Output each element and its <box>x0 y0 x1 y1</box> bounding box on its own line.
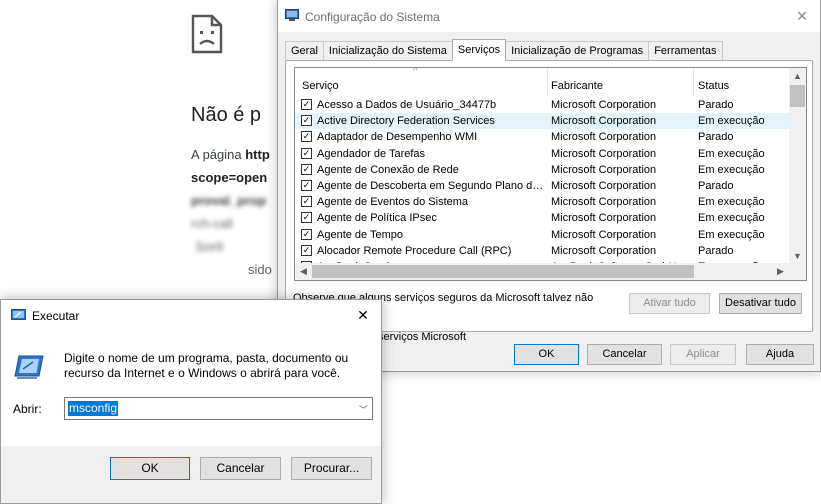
chevron-down-icon[interactable]: ﹀ <box>359 403 368 416</box>
system-configuration-icon <box>285 9 299 21</box>
open-label: Abrir: <box>13 402 42 416</box>
title-bar[interactable]: Executar ✕ <box>1 300 381 330</box>
table-row[interactable]: ✓ Acesso a Dados de Usuário_34477b Microso… <box>295 97 789 113</box>
service-checkbox[interactable]: ✓ <box>301 244 312 256</box>
table-row[interactable]: ✓ Adaptador de Desempenho WMI Microsoft Co… <box>295 129 789 145</box>
column-header-status[interactable]: Status <box>698 80 729 92</box>
services-list: ^ Serviço Fabricante Status ✓ Acesso a Da… <box>294 67 807 281</box>
table-row[interactable]: ✓ Agente de Conexão de Rede Microsoft Corp… <box>295 162 789 178</box>
column-header-service[interactable]: Serviço <box>302 80 339 92</box>
scroll-thumb[interactable] <box>790 85 805 107</box>
disable-all-button[interactable]: Desativar tudo <box>719 293 802 314</box>
error-title: Não é p <box>191 104 262 126</box>
open-combobox[interactable]: msconfig ﹀ <box>64 397 373 420</box>
table-row[interactable]: ✓ Alocador Remote Procedure Call (RPC) Mic… <box>295 243 789 259</box>
tab-boot[interactable]: Inicialização do Sistema <box>322 41 453 61</box>
vertical-scrollbar[interactable]: ▲ ▼ <box>789 68 806 265</box>
service-checkbox[interactable]: ✓ <box>301 179 312 191</box>
column-header-manufacturer[interactable]: Fabricante <box>551 80 603 92</box>
service-rows: ✓ Acesso a Dados de Usuário_34477b Microso… <box>295 97 789 275</box>
cancel-button[interactable]: Cancelar <box>200 457 281 480</box>
list-header: ^ Serviço Fabricante Status <box>295 68 789 96</box>
scroll-left-icon[interactable]: ◀ <box>295 263 312 280</box>
help-button[interactable]: Ajuda <box>746 344 814 365</box>
error-text-line: scope=open <box>191 170 268 185</box>
apply-button[interactable]: Aplicar <box>670 344 736 365</box>
window-title: Executar <box>32 309 80 323</box>
run-description: Digite o nome de um programa, pasta, doc… <box>64 351 349 380</box>
run-program-icon <box>14 355 44 379</box>
table-row[interactable]: ✓ Agente de Eventos do Sistema Microsoft C… <box>295 194 789 210</box>
table-row[interactable]: ✓ Agente de Política IPsec Microsoft Corpo… <box>295 210 789 226</box>
error-text-line: proval_prop <box>191 193 267 208</box>
error-text-line: A página http <box>191 147 270 162</box>
service-checkbox[interactable]: ✓ <box>301 228 312 240</box>
tab-tools[interactable]: Ferramentas <box>648 41 723 61</box>
error-text-line: 3ze9 <box>195 239 224 254</box>
horizontal-scrollbar[interactable]: ◀ ▶ <box>295 263 806 280</box>
scroll-right-icon[interactable]: ▶ <box>772 263 789 280</box>
ok-button[interactable]: OK <box>514 344 579 365</box>
run-dialog-body: Digite o nome de um programa, pasta, doc… <box>1 330 381 446</box>
table-row[interactable]: ✓ Agente de Descoberta em Segundo Plano d… <box>295 178 789 194</box>
scroll-up-icon[interactable]: ▲ <box>789 68 806 85</box>
table-row[interactable]: ✓ Agendador de Tarefas Microsoft Corporati… <box>295 146 789 162</box>
close-button[interactable]: ✕ <box>792 6 812 26</box>
tab-startup[interactable]: Inicialização de Programas <box>505 41 650 61</box>
service-checkbox[interactable]: ✓ <box>301 163 312 175</box>
browse-button[interactable]: Procurar... <box>291 457 372 480</box>
ok-button[interactable]: OK <box>110 457 190 480</box>
tab-services[interactable]: Serviços <box>451 39 507 61</box>
service-checkbox[interactable]: ✓ <box>301 99 312 110</box>
run-icon <box>11 309 26 320</box>
service-checkbox[interactable]: ✓ <box>301 147 312 159</box>
tab-general[interactable]: Geral <box>285 41 324 61</box>
error-text-line: sido <box>248 262 272 277</box>
service-checkbox[interactable]: ✓ <box>301 196 312 208</box>
open-input[interactable]: msconfig <box>68 401 119 416</box>
window-title: Configuração do Sistema <box>305 10 440 24</box>
services-panel: ^ Serviço Fabricante Status ✓ Acesso a Da… <box>285 60 813 343</box>
error-text-line: rch-call <box>191 216 233 231</box>
service-checkbox[interactable]: ✓ <box>301 212 312 224</box>
tab-strip: Geral Inicialização do Sistema Serviços … <box>285 39 723 61</box>
cancel-button[interactable]: Cancelar <box>587 344 662 365</box>
close-button[interactable]: ✕ <box>353 305 373 325</box>
title-bar[interactable]: Configuração do Sistema ✕ <box>278 0 820 32</box>
service-checkbox[interactable]: ✓ <box>301 131 312 143</box>
table-row[interactable]: ✓ Agente de Tempo Microsoft Corporation Em … <box>295 227 789 243</box>
sad-page-icon <box>191 14 223 54</box>
service-checkbox[interactable]: ✓ <box>301 115 312 127</box>
run-dialog: Executar ✕ Digite o nome de um programa,… <box>0 299 382 504</box>
scroll-thumb[interactable] <box>312 265 694 278</box>
sort-ascending-icon: ^ <box>413 67 418 77</box>
table-row[interactable]: ✓ Active Directory Federation Services Mic… <box>295 113 789 130</box>
enable-all-button[interactable]: Ativar tudo <box>629 293 710 314</box>
